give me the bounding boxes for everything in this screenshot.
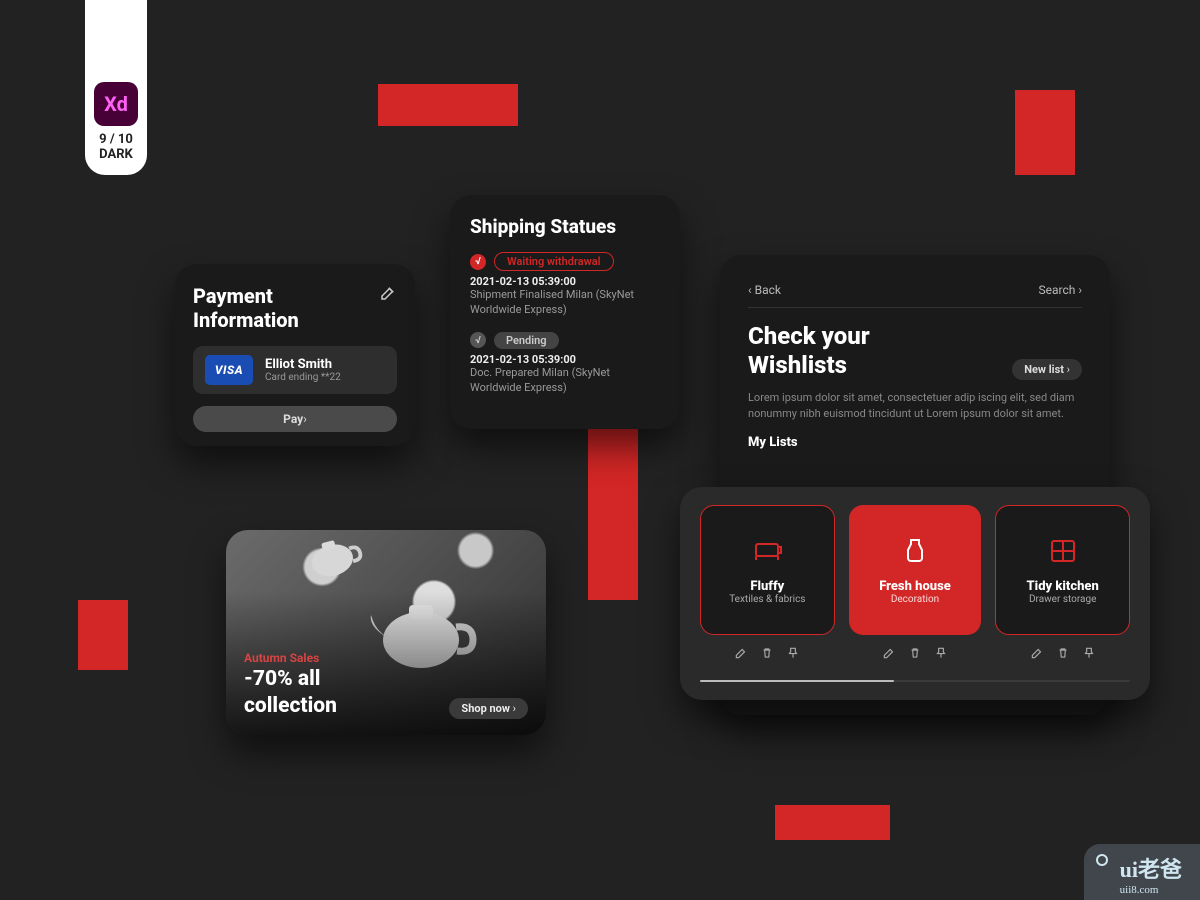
horizontal-scrollbar[interactable] xyxy=(700,680,1130,682)
wishlist-tile-fluffy[interactable]: Fluffy Textiles & fabrics xyxy=(700,505,835,635)
tile-sub: Textiles & fabrics xyxy=(729,594,805,605)
tile-actions xyxy=(700,645,834,664)
wishlist-description: Lorem ipsum dolor sit amet, consectetuer… xyxy=(748,390,1082,422)
tile-sub: Drawer storage xyxy=(1029,594,1096,605)
shipping-step: √ Pending 2021-02-13 05:39:00 Doc. Prepa… xyxy=(470,332,660,396)
visa-badge-icon: VISA xyxy=(205,355,253,385)
drawer-icon xyxy=(1047,535,1079,571)
pin-icon[interactable] xyxy=(786,645,800,664)
shipping-card: Shipping Statues √ Waiting withdrawal 20… xyxy=(450,195,680,429)
xd-logo-icon: Xd xyxy=(94,82,138,126)
watermark: ui老爸 uii8.com xyxy=(1084,844,1200,900)
wishlist-card: Back Search Check your Wishlists New lis… xyxy=(720,255,1110,715)
wishlist-tile-tidy-kitchen[interactable]: Tidy kitchen Drawer storage xyxy=(995,505,1130,635)
trash-icon[interactable] xyxy=(908,645,922,664)
shipping-date: 2021-02-13 05:39:00 xyxy=(470,353,660,366)
card-ending: Card ending **22 xyxy=(265,372,341,383)
tile-name: Fresh house xyxy=(879,579,951,594)
shipping-date: 2021-02-13 05:39:00 xyxy=(470,275,660,288)
decor-block xyxy=(588,420,638,600)
shipping-desc: Doc. Prepared Milan (SkyNet Worldwide Ex… xyxy=(470,366,660,396)
promo-card[interactable]: Autumn Sales -70% all collection Shop no… xyxy=(226,530,546,735)
shipping-title: Shipping Statues xyxy=(470,215,660,238)
shipping-desc: Shipment Finalised Milan (SkyNet Worldwi… xyxy=(470,288,660,318)
card-holder-name: Elliot Smith xyxy=(265,357,341,372)
watermark-url: uii8.com xyxy=(1120,884,1182,896)
badge-count: 9 / 10 xyxy=(99,132,133,147)
edit-icon[interactable] xyxy=(734,645,748,664)
my-lists-label: My Lists xyxy=(748,435,1082,450)
tile-actions xyxy=(996,645,1130,664)
decor-block xyxy=(78,600,128,670)
app-badge: Xd 9 / 10 DARK xyxy=(85,0,147,175)
check-icon: √ xyxy=(470,254,486,270)
couch-icon xyxy=(751,535,783,571)
edit-icon[interactable] xyxy=(379,284,397,306)
trash-icon[interactable] xyxy=(1056,645,1070,664)
shop-now-button[interactable]: Shop now xyxy=(449,698,528,719)
shipping-status-pill: Pending xyxy=(494,332,559,349)
payment-title: Payment Information xyxy=(193,284,379,332)
pay-button[interactable]: Pay xyxy=(193,406,397,432)
vase-icon xyxy=(899,535,931,571)
decor-block xyxy=(378,84,518,126)
promo-tag: Autumn Sales xyxy=(244,651,528,665)
tile-sub: Decoration xyxy=(891,594,939,605)
scroll-thumb[interactable] xyxy=(700,680,894,682)
wishlist-tile-fresh-house[interactable]: Fresh house Decoration xyxy=(849,505,982,635)
pin-icon[interactable] xyxy=(934,645,948,664)
tile-name: Fluffy xyxy=(750,579,784,594)
decor-block xyxy=(775,805,890,840)
shipping-status-pill: Waiting withdrawal xyxy=(494,252,614,271)
edit-icon[interactable] xyxy=(1030,645,1044,664)
check-icon: √ xyxy=(470,332,486,348)
back-link[interactable]: Back xyxy=(748,283,781,297)
wishlist-title: Wishlists xyxy=(748,351,870,380)
pin-icon[interactable] xyxy=(1082,645,1096,664)
watermark-text: ui老爸 xyxy=(1120,857,1182,882)
promo-headline: collection xyxy=(244,694,337,719)
tile-actions xyxy=(848,645,982,664)
badge-theme: DARK xyxy=(99,147,133,162)
shipping-step: √ Waiting withdrawal 2021-02-13 05:39:00… xyxy=(470,252,660,318)
new-list-button[interactable]: New list xyxy=(1012,359,1082,380)
search-link[interactable]: Search xyxy=(1039,283,1082,297)
wishlist-tiles-panel: Fluffy Textiles & fabrics Fresh house De… xyxy=(680,487,1150,700)
trash-icon[interactable] xyxy=(760,645,774,664)
tile-name: Tidy kitchen xyxy=(1027,579,1099,594)
promo-headline: -70% all xyxy=(244,667,337,692)
decor-block xyxy=(1015,90,1075,175)
edit-icon[interactable] xyxy=(882,645,896,664)
saved-card[interactable]: VISA Elliot Smith Card ending **22 xyxy=(193,346,397,394)
wishlist-title: Check your xyxy=(748,322,870,351)
payment-card: Payment Information VISA Elliot Smith Ca… xyxy=(175,264,415,446)
